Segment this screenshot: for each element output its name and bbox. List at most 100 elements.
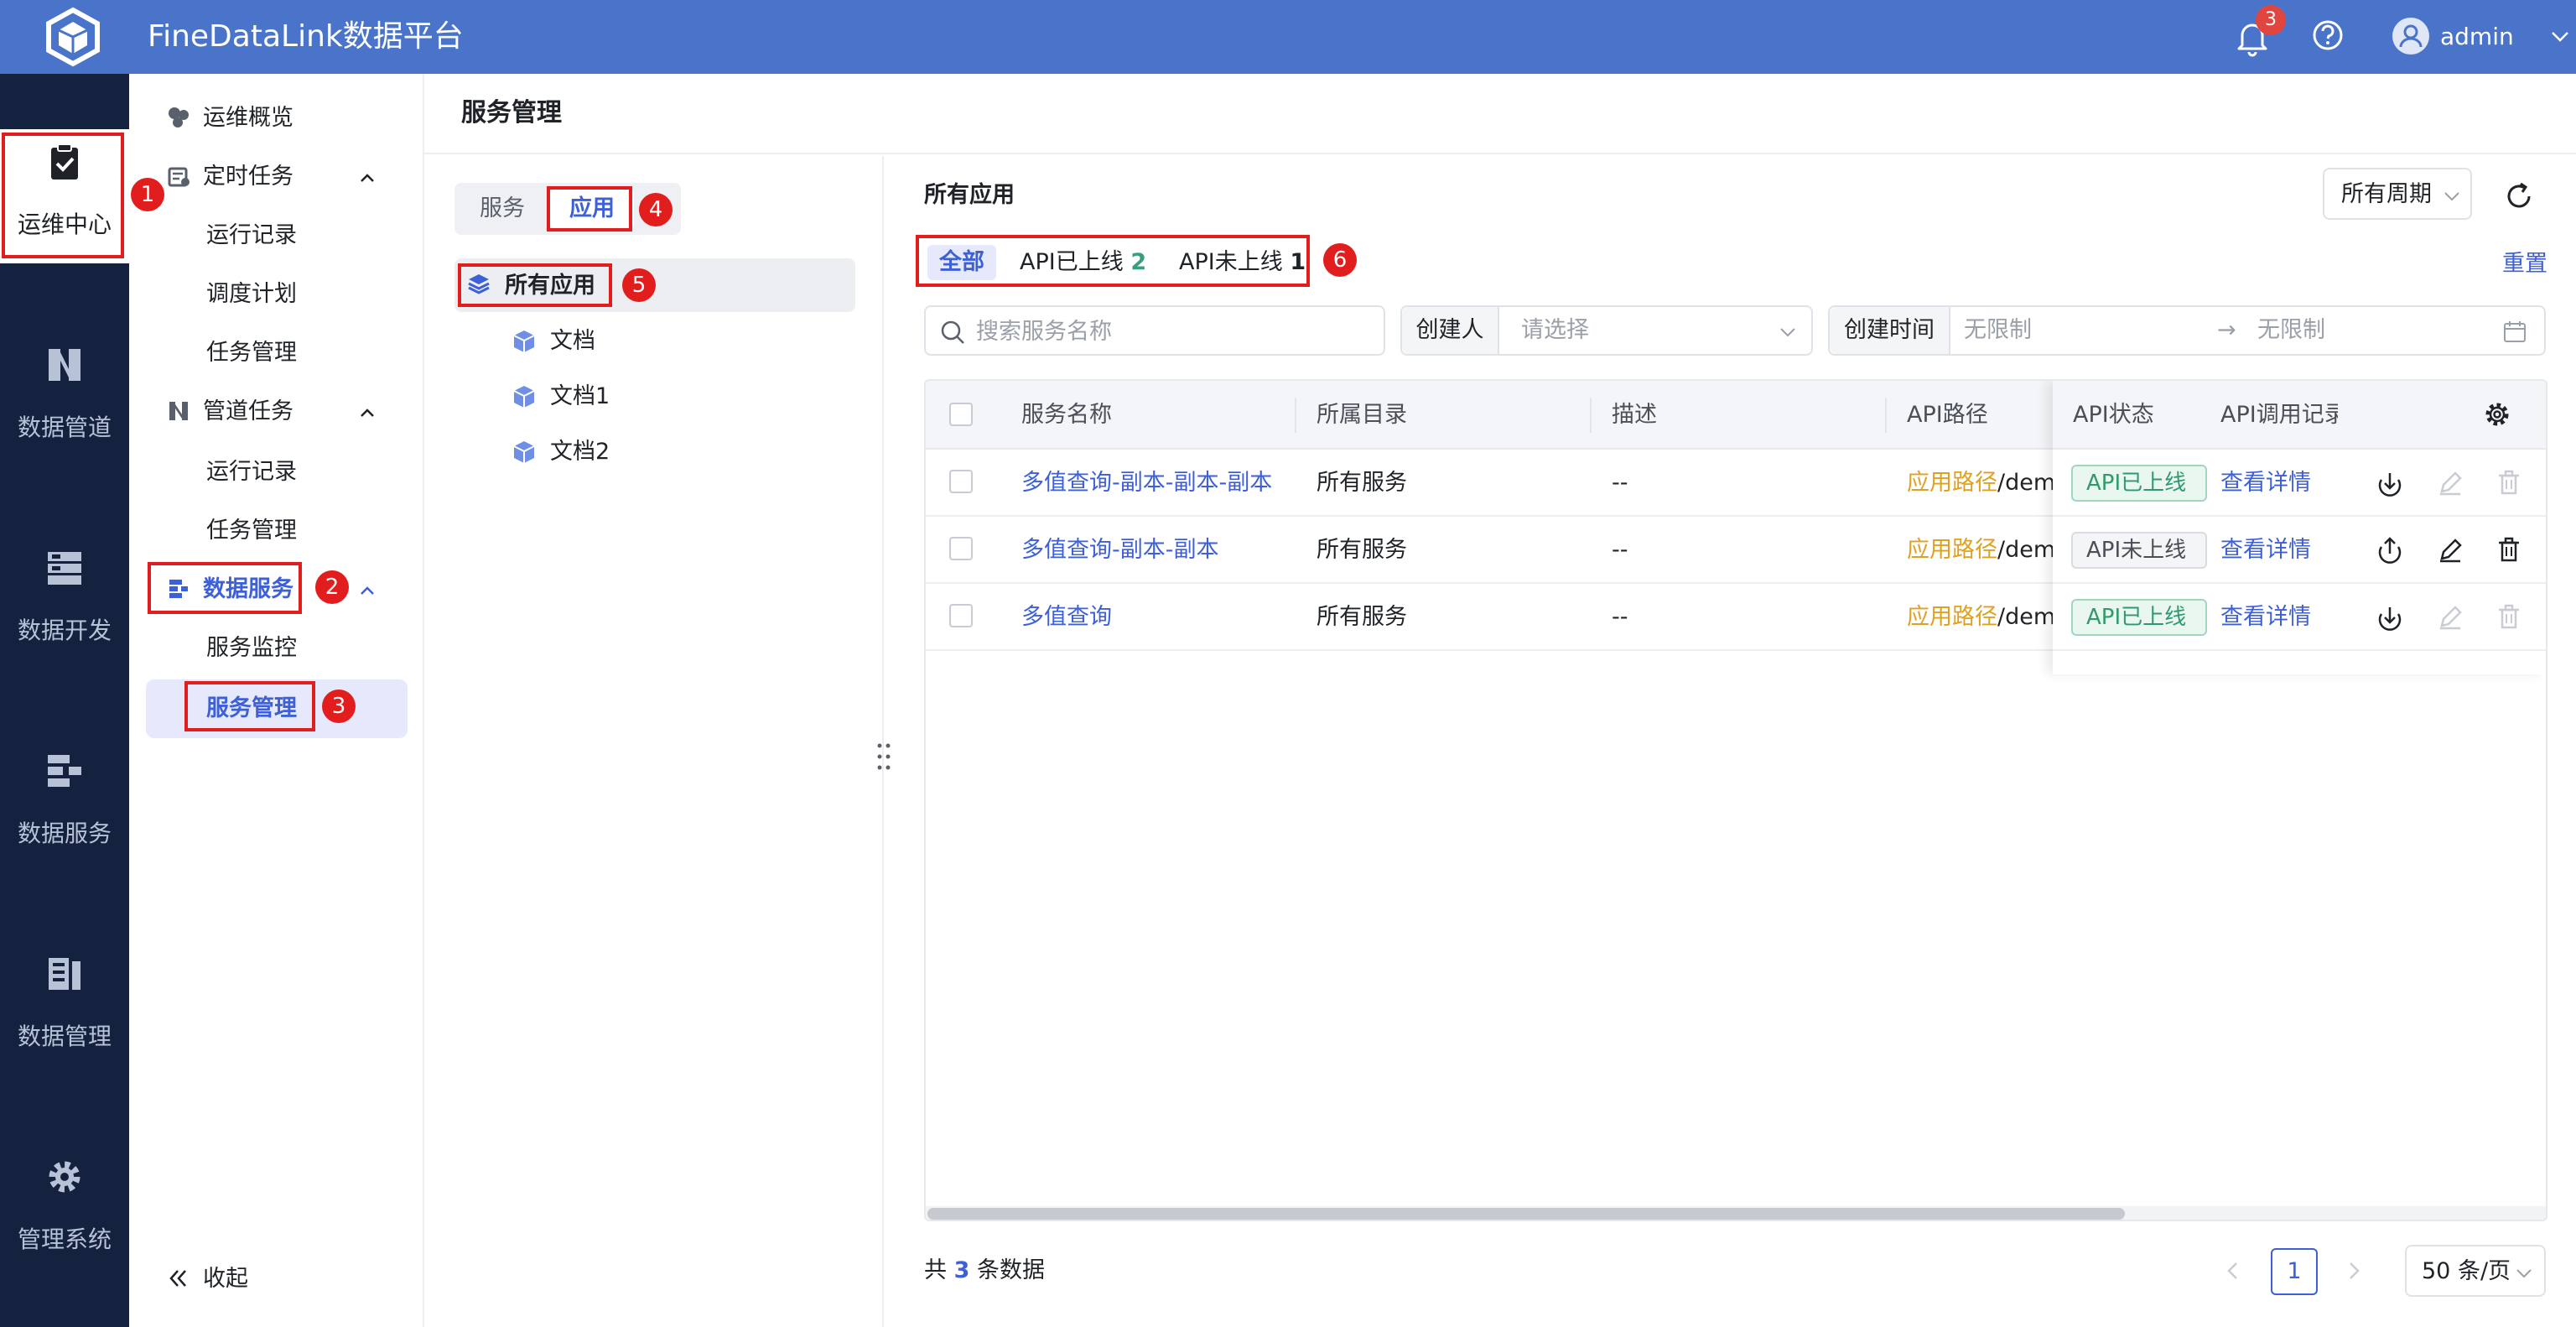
api-status-badge: API已上线 <box>2071 599 2207 636</box>
creator-placeholder: 请选择 <box>1521 317 1589 343</box>
row-checkbox[interactable] <box>949 604 973 627</box>
col-api-status[interactable]: API状态 <box>2073 381 2154 450</box>
user-name[interactable]: admin <box>2440 20 2514 54</box>
subnav-scheduled-task[interactable]: 定时任务 <box>203 161 293 193</box>
select-all-checkbox[interactable] <box>949 403 973 426</box>
col-description[interactable]: 描述 <box>1612 381 1657 450</box>
nav-data-service[interactable]: 数据服务 <box>0 738 129 872</box>
api-status-badge: API未上线 <box>2071 532 2207 569</box>
nav-label: 数据管道 <box>17 414 112 441</box>
nav-label: 数据管理 <box>17 1023 112 1050</box>
col-service-name[interactable]: 服务名称 <box>1021 381 1112 450</box>
creator-filter[interactable]: 创建人 请选择 <box>1400 305 1813 356</box>
annotation-marker-2: 2 <box>315 570 349 604</box>
service-directory: 所有服务 <box>1317 604 1407 630</box>
data-manage-icon <box>49 958 80 990</box>
chevron-up-icon[interactable] <box>357 168 377 188</box>
page-title: 服务管理 <box>461 98 562 127</box>
edit-icon[interactable] <box>2435 535 2465 565</box>
api-path-prefix: 应用路径 <box>1907 604 1997 630</box>
nav-data-dev[interactable]: 数据开发 <box>0 535 129 669</box>
col-api-call-log[interactable]: API调用记录 <box>2220 381 2338 450</box>
annotation-marker-5: 5 <box>622 268 656 302</box>
current-page[interactable]: 1 <box>2271 1248 2318 1295</box>
calendar-icon[interactable] <box>2502 319 2527 344</box>
chevron-left-icon[interactable] <box>2220 1258 2246 1283</box>
drag-handle-icon[interactable] <box>875 742 892 772</box>
service-name-link[interactable]: 多值查询-副本-副本 <box>1021 517 1219 584</box>
subnav-pipeline-task[interactable]: 管道任务 <box>203 396 293 428</box>
service-directory: 所有服务 <box>1317 537 1407 563</box>
tree-item-doc1[interactable]: 文档1 <box>550 381 610 413</box>
avatar-icon[interactable] <box>2392 17 2430 55</box>
service-description: -- <box>1612 537 1628 563</box>
total-prefix: 共 <box>924 1257 947 1283</box>
category-tree-pane <box>424 156 884 1327</box>
chevron-up-icon[interactable] <box>357 580 377 601</box>
chevron-up-icon[interactable] <box>357 403 377 423</box>
subnav-scheduled-run-record[interactable]: 运行记录 <box>206 220 297 252</box>
annotation-marker-4: 4 <box>639 193 673 226</box>
api-status-badge: API已上线 <box>2071 465 2207 502</box>
trash-icon <box>2499 470 2519 495</box>
annotation-marker-6: 6 <box>1323 243 1357 277</box>
nav-data-manage[interactable]: 数据管理 <box>0 941 129 1075</box>
subnav-overview[interactable]: 运维概览 <box>203 102 293 134</box>
help-icon[interactable] <box>2311 18 2345 52</box>
refresh-icon[interactable] <box>2502 180 2536 213</box>
reset-button[interactable]: 重置 <box>2502 248 2547 280</box>
app-title: FineDataLink数据平台 <box>148 19 464 54</box>
subnav-scheduled-plan[interactable]: 调度计划 <box>206 278 297 310</box>
subnav-scheduled-task-manage[interactable]: 任务管理 <box>206 337 297 369</box>
segment-service[interactable]: 服务 <box>468 190 537 228</box>
download-offline-icon[interactable] <box>2375 602 2405 632</box>
chevron-down-icon[interactable] <box>2549 25 2571 47</box>
upload-online-icon[interactable] <box>2375 535 2405 565</box>
col-api-path[interactable]: API路径 <box>1907 381 1988 450</box>
trash-icon <box>2499 604 2519 629</box>
row-divider <box>2053 649 2546 651</box>
annotation-box-2 <box>148 562 302 614</box>
settings-gear-icon[interactable] <box>2482 399 2512 429</box>
time-end[interactable]: 无限制 <box>2257 307 2325 354</box>
nav-admin-system[interactable]: 管理系统 <box>0 1144 129 1278</box>
subnav-collapse[interactable]: 收起 <box>203 1263 248 1295</box>
tree-item-doc[interactable]: 文档 <box>550 325 595 357</box>
cube-icon <box>513 330 535 352</box>
subnav-pipeline-run-record[interactable]: 运行记录 <box>206 456 297 488</box>
create-time-filter[interactable]: 创建时间 无限制 → 无限制 <box>1828 305 2546 356</box>
chevron-right-icon[interactable] <box>2341 1258 2366 1283</box>
service-description: -- <box>1612 604 1628 630</box>
creator-label: 创建人 <box>1402 307 1499 354</box>
subnav-pipeline-task-manage[interactable]: 任务管理 <box>206 515 297 547</box>
nav-data-pipeline[interactable]: 数据管道 <box>0 332 129 466</box>
page-header <box>424 74 2576 154</box>
view-details-link[interactable]: 查看详情 <box>2220 517 2311 584</box>
nav-label: 管理系统 <box>17 1226 112 1253</box>
page-size-select[interactable]: 50 条/页 <box>2405 1245 2546 1297</box>
double-chevron-left-icon[interactable] <box>166 1266 191 1291</box>
service-api-path: 应用路径/demo <box>1907 584 2070 651</box>
view-details-link[interactable]: 查看详情 <box>2220 450 2311 517</box>
period-select[interactable]: 所有周期 <box>2323 168 2472 220</box>
service-name-link[interactable]: 多值查询-副本-副本-副本 <box>1021 450 1272 517</box>
search-input[interactable] <box>976 314 1370 349</box>
scrollbar-thumb[interactable] <box>927 1208 2125 1220</box>
chevron-down-icon <box>1780 328 1795 337</box>
col-directory[interactable]: 所属目录 <box>1317 381 1407 450</box>
notification-badge: 3 <box>2256 5 2286 35</box>
row-checkbox[interactable] <box>949 537 973 560</box>
time-start[interactable]: 无限制 <box>1964 307 2032 354</box>
view-details-link[interactable]: 查看详情 <box>2220 584 2311 651</box>
trash-icon[interactable] <box>2494 535 2524 565</box>
gear-icon <box>49 1161 80 1193</box>
row-checkbox[interactable] <box>949 470 973 493</box>
service-name-link[interactable]: 多值查询 <box>1021 584 1112 651</box>
download-offline-icon[interactable] <box>2375 468 2405 498</box>
subnav-service-monitor[interactable]: 服务监控 <box>206 632 297 664</box>
service-directory: 所有服务 <box>1317 470 1407 496</box>
tree-item-doc2[interactable]: 文档2 <box>550 436 610 468</box>
annotation-box-1 <box>2 133 124 258</box>
edit-icon <box>2440 606 2462 630</box>
annotation-box-6 <box>916 235 1310 287</box>
